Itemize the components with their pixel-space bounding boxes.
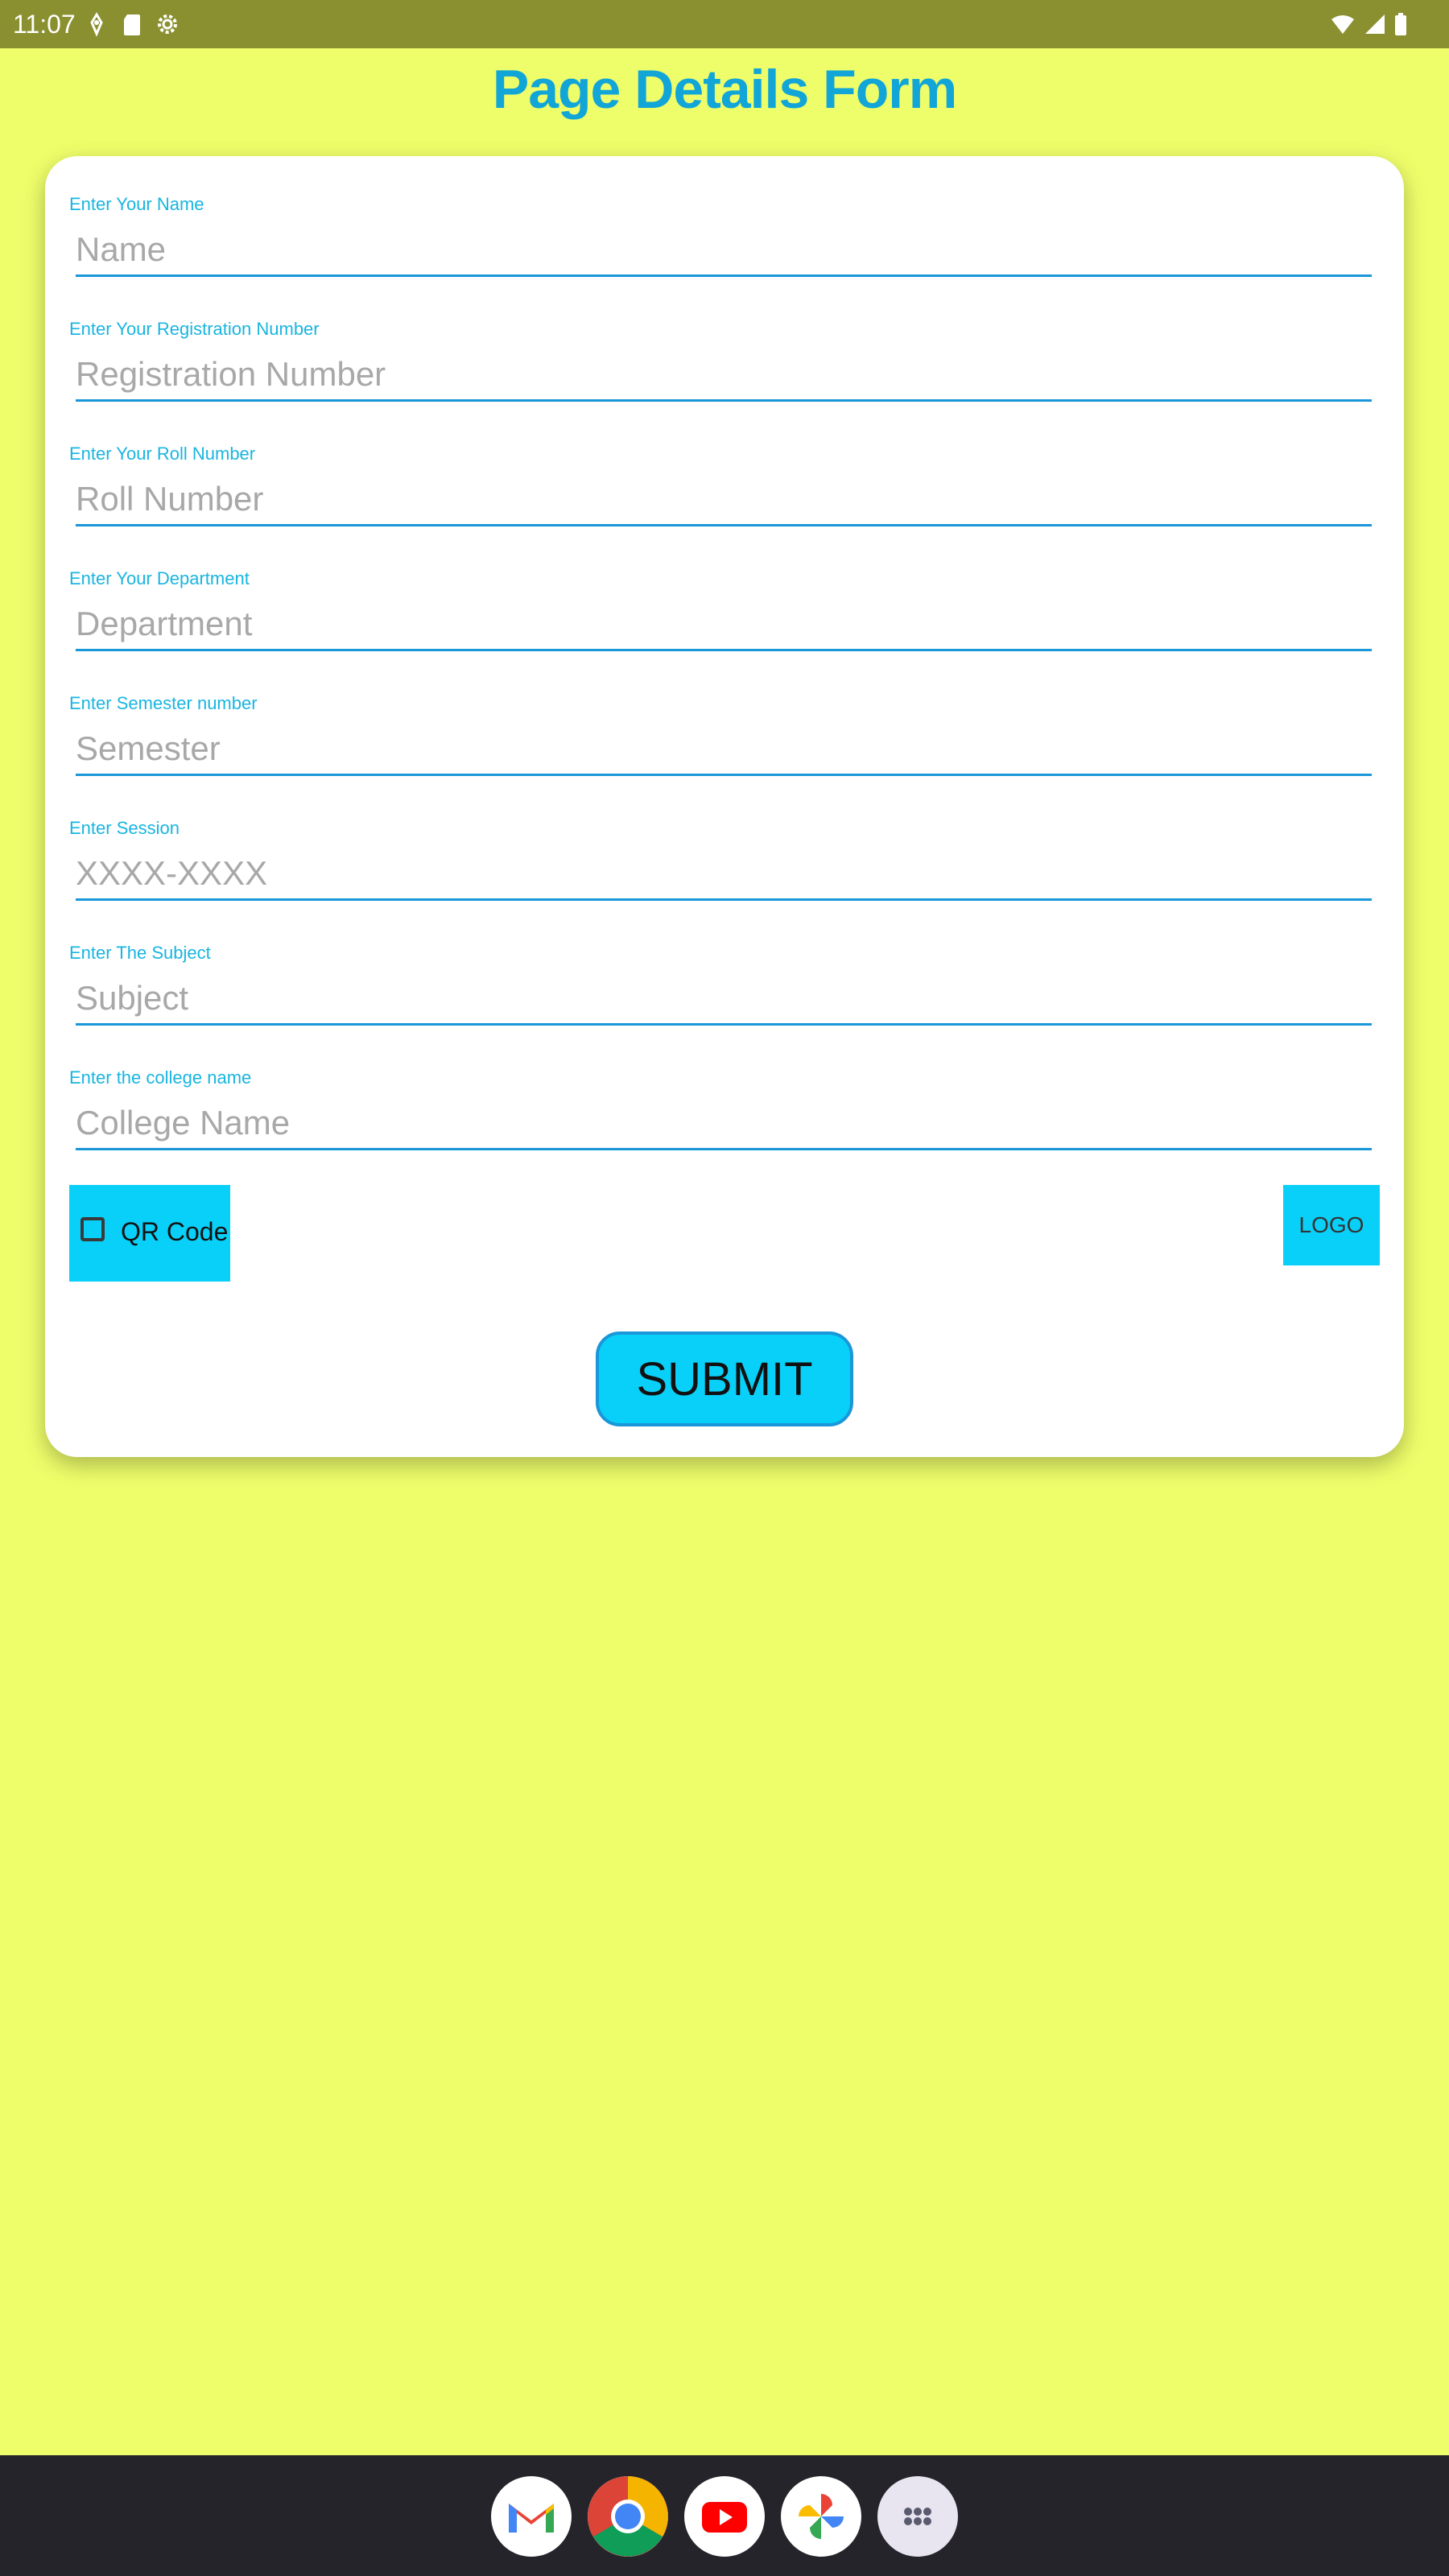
submit-button[interactable]: SUBMIT bbox=[596, 1331, 853, 1426]
checkbox-icon[interactable] bbox=[80, 1217, 105, 1241]
form-card: Enter Your Name Enter Your Registration … bbox=[45, 156, 1404, 1457]
college-name-label: Enter the college name bbox=[69, 1067, 252, 1088]
settings-gear-icon bbox=[155, 11, 180, 37]
department-field: Enter Your Department bbox=[69, 530, 1372, 655]
name-label: Enter Your Name bbox=[69, 194, 204, 214]
name-field: Enter Your Name bbox=[69, 156, 1372, 281]
qr-code-label: QR Code bbox=[121, 1217, 229, 1246]
wifi-icon bbox=[1330, 11, 1356, 37]
college-name-field: Enter the college name bbox=[69, 1030, 1372, 1154]
chrome-icon[interactable] bbox=[588, 2476, 668, 2557]
department-input[interactable] bbox=[76, 603, 1372, 651]
roll-number-input[interactable] bbox=[76, 478, 1372, 526]
semester-field: Enter Semester number bbox=[69, 655, 1372, 780]
youtube-icon[interactable] bbox=[684, 2476, 765, 2557]
location-icon bbox=[84, 11, 109, 37]
navigation-bar bbox=[0, 2455, 1449, 2576]
semester-input[interactable] bbox=[76, 728, 1372, 776]
session-input[interactable] bbox=[76, 852, 1372, 901]
registration-number-label: Enter Your Registration Number bbox=[69, 319, 320, 339]
gmail-icon[interactable] bbox=[491, 2476, 572, 2557]
registration-number-input[interactable] bbox=[76, 353, 1372, 402]
subject-field: Enter The Subject bbox=[69, 905, 1372, 1030]
page-title: Page Details Form bbox=[492, 59, 957, 120]
department-label: Enter Your Department bbox=[69, 568, 250, 588]
session-field: Enter Session bbox=[69, 780, 1372, 905]
cellular-signal-icon bbox=[1362, 11, 1388, 37]
subject-label: Enter The Subject bbox=[69, 943, 211, 963]
registration-number-field: Enter Your Registration Number bbox=[69, 281, 1372, 406]
sd-card-icon bbox=[119, 11, 145, 37]
battery-icon bbox=[1388, 11, 1414, 37]
roll-number-field: Enter Your Roll Number bbox=[69, 406, 1372, 530]
logo-button[interactable]: LOGO bbox=[1283, 1185, 1380, 1265]
college-name-input[interactable] bbox=[76, 1102, 1372, 1150]
roll-number-label: Enter Your Roll Number bbox=[69, 444, 256, 464]
status-time: 11:07 bbox=[13, 10, 76, 39]
app-drawer-icon[interactable] bbox=[877, 2476, 958, 2557]
qr-code-checkbox[interactable]: QR Code bbox=[69, 1185, 230, 1282]
name-input[interactable] bbox=[76, 229, 1372, 277]
session-label: Enter Session bbox=[69, 818, 180, 838]
subject-input[interactable] bbox=[76, 977, 1372, 1026]
semester-label: Enter Semester number bbox=[69, 693, 258, 713]
photos-icon[interactable] bbox=[781, 2476, 861, 2557]
status-bar: 11:07 bbox=[0, 0, 1449, 48]
